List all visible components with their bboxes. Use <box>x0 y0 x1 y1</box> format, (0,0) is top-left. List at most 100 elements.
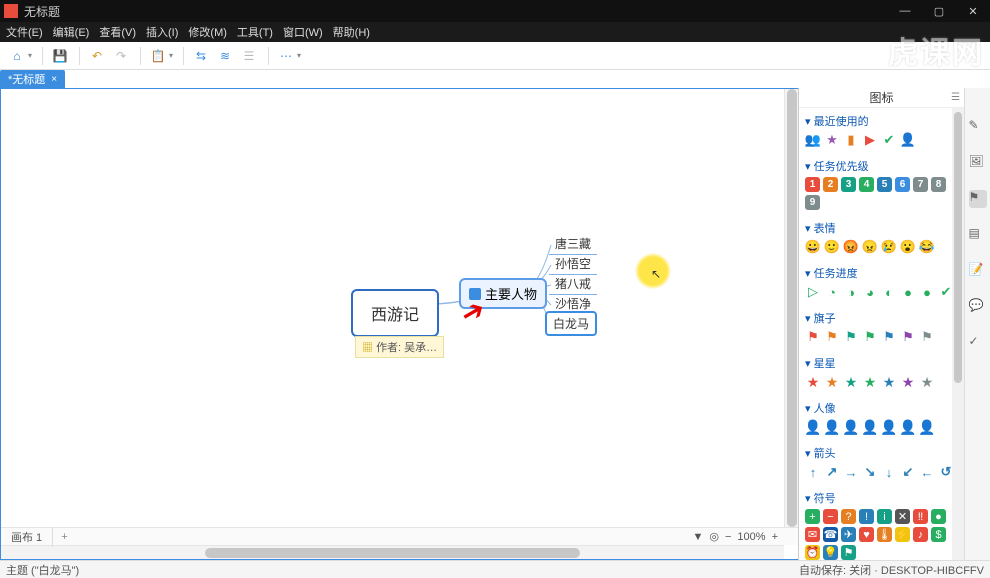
star-icon[interactable]: ★ <box>862 374 878 390</box>
recent-icon[interactable]: 👥 <box>805 132 821 148</box>
mood-icon[interactable]: 🙂 <box>824 239 840 255</box>
arrow-icon[interactable]: ↓ <box>881 464 897 480</box>
symbol-icon[interactable]: ? <box>841 509 856 524</box>
priority-icon[interactable]: 3 <box>841 177 856 192</box>
section-star[interactable]: 星星 <box>805 355 958 371</box>
priority-icon[interactable]: 1 <box>805 177 820 192</box>
progress-icon[interactable]: ◔ <box>824 284 840 300</box>
star-icon[interactable]: ★ <box>805 374 821 390</box>
save-button[interactable]: 💾 <box>49 45 71 67</box>
arrow-icon[interactable]: ↑ <box>805 464 821 480</box>
more-button[interactable]: ⋯ <box>275 45 297 67</box>
symbol-icon[interactable]: ✈ <box>841 527 856 542</box>
arrow-icon[interactable]: → <box>843 464 859 480</box>
priority-icon[interactable]: 4 <box>859 177 874 192</box>
rail-comment-icon[interactable]: 📝 <box>969 262 987 280</box>
priority-icon[interactable]: 6 <box>895 177 910 192</box>
symbol-icon[interactable]: $ <box>931 527 946 542</box>
recent-icon[interactable]: 👤 <box>900 132 916 148</box>
root-note[interactable]: 作者: 吴承… <box>355 336 444 358</box>
menu-tools[interactable]: 工具(T) <box>237 24 273 40</box>
section-mood[interactable]: 表情 <box>805 220 958 236</box>
leaf-node-selected[interactable]: 白龙马 <box>545 311 597 336</box>
flag-icon[interactable]: ⚑ <box>824 329 840 345</box>
section-progress[interactable]: 任务进度 <box>805 265 958 281</box>
mindmap-canvas[interactable]: 西游记 作者: 吴承… 主要人物 唐三藏 孙悟空 猪八戒 沙悟净 白龙马 ➔ ↖… <box>0 88 798 560</box>
symbol-icon[interactable]: ⏰ <box>805 545 820 560</box>
close-button[interactable]: ✕ <box>956 0 990 22</box>
mood-icon[interactable]: 😀 <box>805 239 821 255</box>
star-icon[interactable]: ★ <box>824 374 840 390</box>
priority-icon[interactable]: 9 <box>805 195 820 210</box>
flag-icon[interactable]: ⚑ <box>805 329 821 345</box>
person-icon[interactable]: 👤 <box>824 419 840 435</box>
progress-icon[interactable]: ● <box>919 284 935 300</box>
symbol-icon[interactable]: ⚡ <box>895 527 910 542</box>
structure-button[interactable]: ≋ <box>214 45 236 67</box>
target-icon[interactable]: ◎ <box>709 530 719 543</box>
symbol-icon[interactable]: ● <box>931 509 946 524</box>
symbol-icon[interactable]: ! <box>859 509 874 524</box>
progress-icon[interactable]: ◑ <box>843 284 859 300</box>
mood-icon[interactable]: 😮 <box>900 239 916 255</box>
menu-edit[interactable]: 编辑(E) <box>53 24 90 40</box>
symbol-icon[interactable]: ⚑ <box>841 545 856 560</box>
maximize-button[interactable]: ▢ <box>922 0 956 22</box>
zoom-in[interactable]: + <box>772 531 778 543</box>
rail-task-icon[interactable]: ✓ <box>969 334 987 352</box>
progress-icon[interactable]: ● <box>900 284 916 300</box>
flag-icon[interactable]: ⚑ <box>919 329 935 345</box>
rail-marker-icon[interactable]: ⚑ <box>969 190 987 208</box>
priority-icon[interactable]: 2 <box>823 177 838 192</box>
priority-icon[interactable]: 8 <box>931 177 946 192</box>
add-sheet[interactable]: + <box>53 531 75 543</box>
arrow-icon[interactable]: ↘ <box>862 464 878 480</box>
priority-icon[interactable]: 5 <box>877 177 892 192</box>
priority-icon[interactable]: 7 <box>913 177 928 192</box>
rail-note-icon[interactable]: ▤ <box>969 226 987 244</box>
symbol-icon[interactable]: ☎ <box>823 527 838 542</box>
paste-dropdown[interactable]: ▾ <box>169 51 173 60</box>
redo-button[interactable]: ↷ <box>110 45 132 67</box>
flag-icon[interactable]: ⚑ <box>843 329 859 345</box>
arrow-icon[interactable]: ← <box>919 464 935 480</box>
root-node[interactable]: 西游记 <box>351 289 439 337</box>
leaf-node[interactable]: 孙悟空 <box>549 253 597 275</box>
panel-options-icon[interactable]: ☰ <box>951 92 960 103</box>
panel-scroll[interactable] <box>952 108 964 560</box>
canvas-hscroll[interactable] <box>1 545 784 559</box>
section-arrow[interactable]: 箭头 <box>805 445 958 461</box>
symbol-icon[interactable]: − <box>823 509 838 524</box>
symbol-icon[interactable]: 💡 <box>823 545 838 560</box>
outline-button[interactable]: ⇆ <box>190 45 212 67</box>
mood-icon[interactable]: 😠 <box>862 239 878 255</box>
menu-window[interactable]: 窗口(W) <box>283 24 323 40</box>
minimize-button[interactable]: — <box>888 0 922 22</box>
progress-icon[interactable]: ▷ <box>805 284 821 300</box>
symbol-icon[interactable]: 🌡 <box>877 527 892 542</box>
star-icon[interactable]: ★ <box>900 374 916 390</box>
symbol-icon[interactable]: ✉ <box>805 527 820 542</box>
person-icon[interactable]: 👤 <box>805 419 821 435</box>
rail-chat-icon[interactable]: 💬 <box>969 298 987 316</box>
home-dropdown[interactable]: ▾ <box>28 51 32 60</box>
doc-tab-close[interactable]: × <box>51 74 57 85</box>
symbol-icon[interactable]: + <box>805 509 820 524</box>
flag-icon[interactable]: ⚑ <box>900 329 916 345</box>
section-symbol[interactable]: 符号 <box>805 490 958 506</box>
section-people[interactable]: 人像 <box>805 400 958 416</box>
home-button[interactable]: ⌂ <box>6 45 28 67</box>
star-icon[interactable]: ★ <box>919 374 935 390</box>
section-recent[interactable]: 最近使用的 <box>805 113 958 129</box>
recent-icon[interactable]: ★ <box>824 132 840 148</box>
flag-icon[interactable]: ⚑ <box>881 329 897 345</box>
filter-icon[interactable]: ▼ <box>692 531 703 543</box>
section-priority[interactable]: 任务优先级 <box>805 158 958 174</box>
menu-file[interactable]: 文件(E) <box>6 24 43 40</box>
menu-modify[interactable]: 修改(M) <box>188 24 227 40</box>
symbol-icon[interactable]: ♪ <box>913 527 928 542</box>
sheet-tab[interactable]: 画布 1 <box>1 527 53 547</box>
star-icon[interactable]: ★ <box>843 374 859 390</box>
progress-icon[interactable]: ◕ <box>862 284 878 300</box>
person-icon[interactable]: 👤 <box>881 419 897 435</box>
